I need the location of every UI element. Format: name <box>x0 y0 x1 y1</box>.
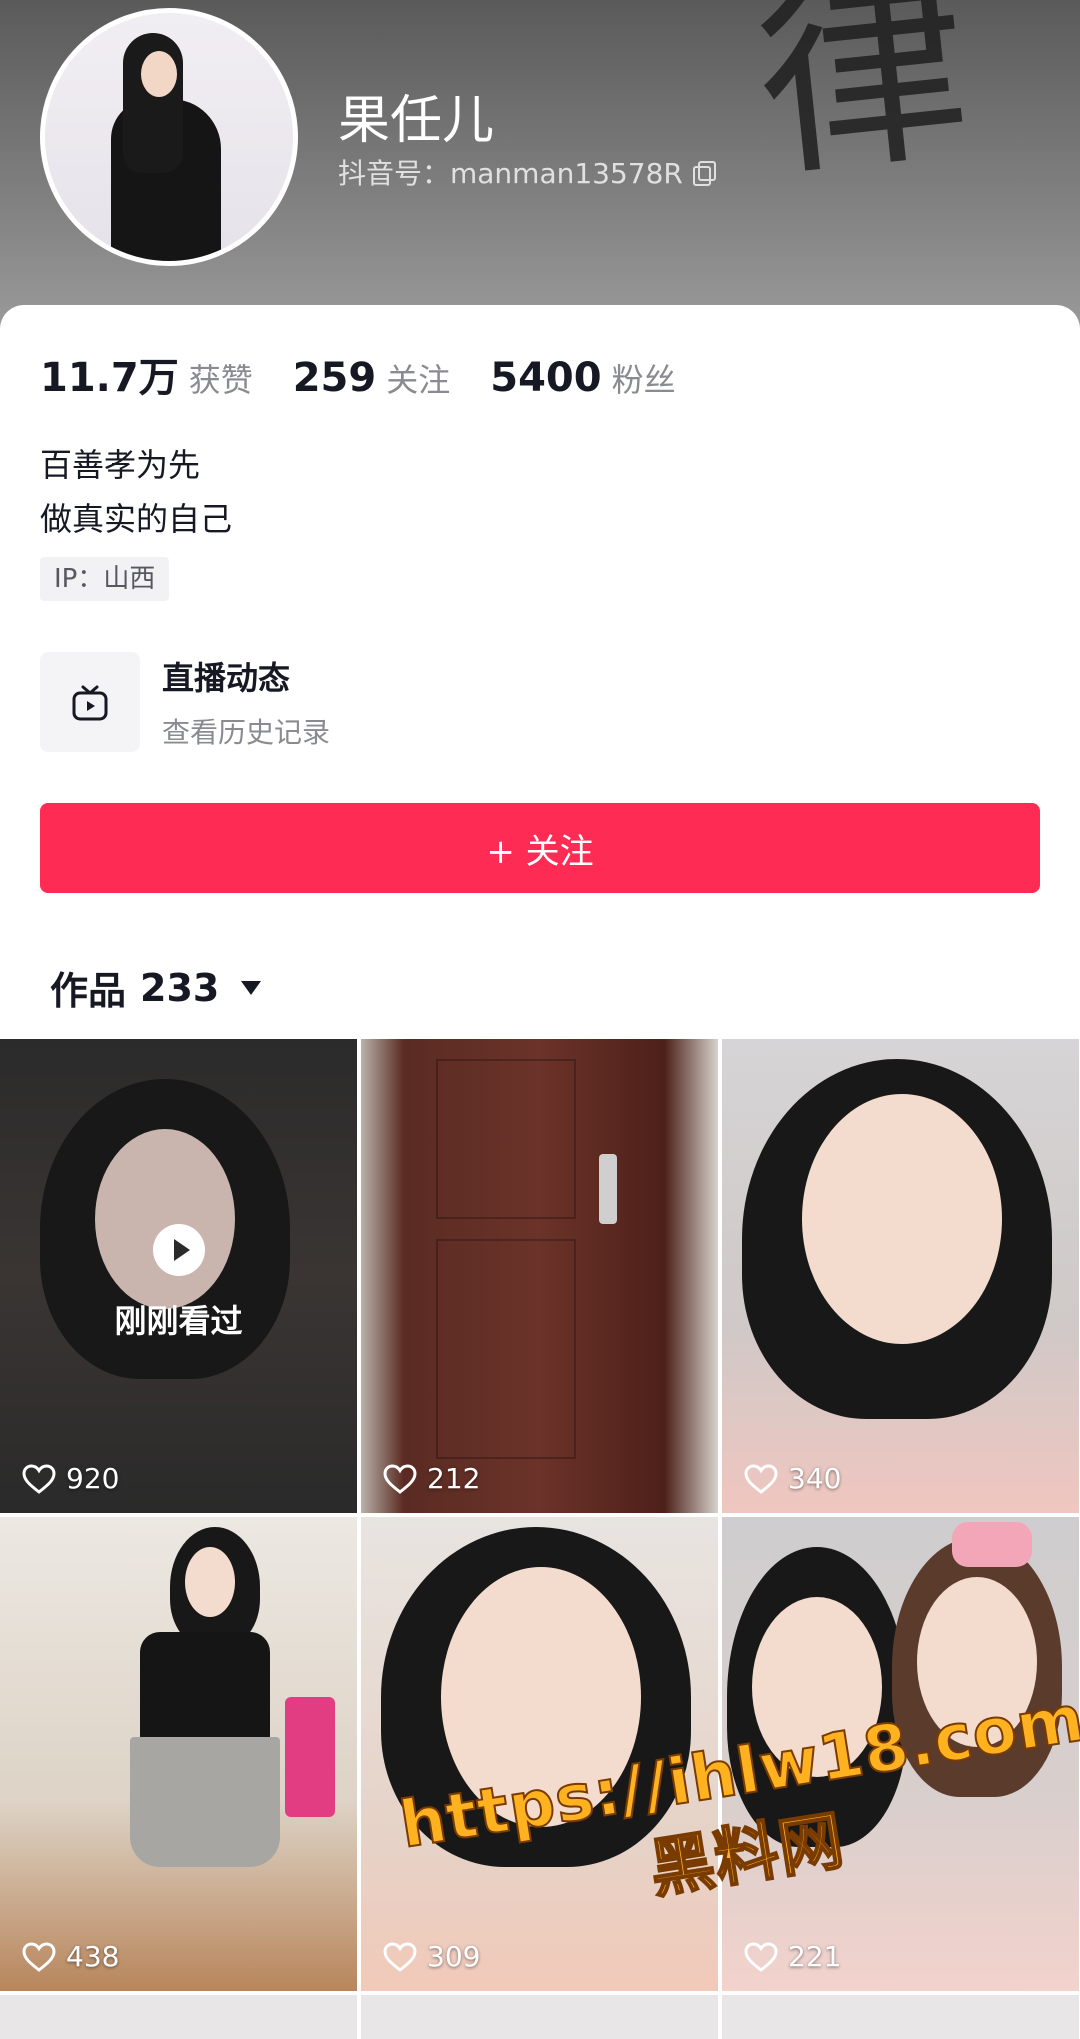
stat-following-label: 关注 <box>386 361 451 399</box>
stat-followers-label: 粉丝 <box>611 361 676 399</box>
video-thumbnail[interactable]: 212 <box>361 1039 718 1513</box>
avatar-figure-face <box>141 51 177 97</box>
like-count-value: 920 <box>66 1462 120 1495</box>
avatar[interactable] <box>40 8 298 266</box>
profile-bio: 百善孝为先 做真实的自己 <box>40 438 232 546</box>
like-count: 221 <box>744 1940 841 1973</box>
profile-name: 果任儿 <box>338 91 495 151</box>
thumb-hair-roller <box>952 1522 1032 1567</box>
copy-icon[interactable] <box>691 161 716 186</box>
like-count-value: 212 <box>427 1462 481 1495</box>
heart-icon <box>383 1941 417 1972</box>
live-subtitle: 查看历史记录 <box>162 716 331 749</box>
like-count-value: 340 <box>788 1462 842 1495</box>
recently-watched-text: 刚刚看过 <box>114 1302 243 1340</box>
stat-likes-count: 11.7万 <box>40 355 179 401</box>
live-icon-box <box>40 652 140 752</box>
video-thumbnail[interactable] <box>722 1995 1079 2039</box>
door-handle <box>599 1154 617 1224</box>
stat-followers[interactable]: 5400 粉丝 <box>490 355 675 401</box>
thumb-face <box>185 1547 235 1617</box>
bio-line: 百善孝为先 <box>40 446 201 484</box>
like-count: 920 <box>22 1462 119 1495</box>
heart-icon <box>383 1463 417 1494</box>
thumb-skirt <box>130 1737 280 1867</box>
chevron-down-icon <box>241 980 262 995</box>
bio-line: 做真实的自己 <box>40 500 233 538</box>
video-thumbnail[interactable]: 438 <box>0 1517 357 1991</box>
stat-likes-label: 获赞 <box>188 361 253 399</box>
like-count: 438 <box>22 1940 119 1973</box>
stat-followers-count: 5400 <box>490 355 602 401</box>
thumb-face <box>802 1094 1002 1344</box>
works-tab-label: 作品 <box>50 969 127 1013</box>
video-thumbnail[interactable]: 340 <box>722 1039 1079 1513</box>
like-count: 212 <box>383 1462 480 1495</box>
works-tab-count: 233 <box>140 965 220 1010</box>
heart-icon <box>22 1941 56 1972</box>
door-panel <box>436 1239 576 1459</box>
works-tab[interactable]: 作品 233 <box>50 960 262 1015</box>
douyin-id-text: 抖音号：manman13578R <box>338 157 683 190</box>
ip-location-tag: IP：山西 <box>40 557 170 601</box>
like-count: 340 <box>744 1462 841 1495</box>
profile-header: 律 果任儿 抖音号：manman13578R <box>0 0 1080 330</box>
play-icon <box>152 1224 205 1276</box>
heart-icon <box>744 1463 778 1494</box>
stat-following-count: 259 <box>292 355 377 401</box>
stat-likes[interactable]: 11.7万 获赞 <box>40 345 253 403</box>
live-title: 直播动态 <box>162 659 291 697</box>
profile-stats: 11.7万 获赞 259 关注 5400 粉丝 <box>40 345 676 403</box>
video-thumbnail[interactable] <box>0 1995 357 2039</box>
tv-play-icon <box>70 683 110 721</box>
background-calligraphy: 律 <box>745 0 980 208</box>
thumb-chair <box>285 1697 335 1817</box>
douyin-id[interactable]: 抖音号：manman13578R <box>338 152 716 192</box>
heart-icon <box>744 1941 778 1972</box>
door-panel <box>436 1059 576 1219</box>
video-thumbnail[interactable] <box>361 1995 718 2039</box>
follow-button[interactable]: + 关注 <box>40 803 1040 893</box>
heart-icon <box>22 1463 56 1494</box>
stat-following[interactable]: 259 关注 <box>293 355 451 401</box>
recently-watched-overlay: 刚刚看过 <box>0 1224 357 1342</box>
like-count-value: 221 <box>788 1940 842 1973</box>
thumb-shirt <box>140 1632 270 1742</box>
video-thumbnail[interactable]: 刚刚看过 920 <box>0 1039 357 1513</box>
like-count-value: 438 <box>66 1940 120 1973</box>
live-history-entry[interactable]: 直播动态 查看历史记录 <box>40 652 330 752</box>
